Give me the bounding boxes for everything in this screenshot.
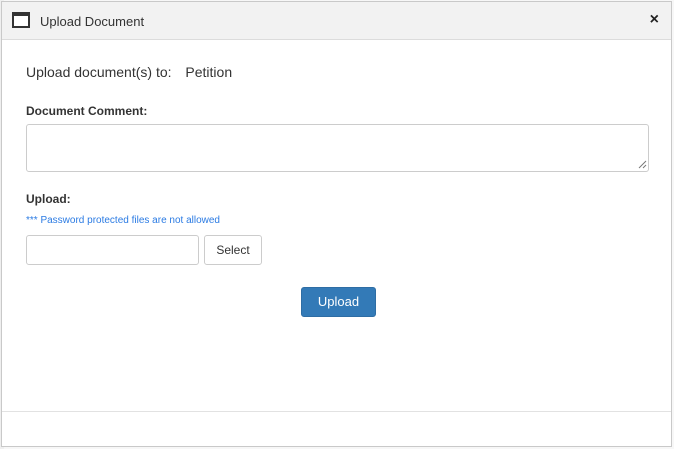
upload-document-dialog: Upload Document × Upload document(s) to:… bbox=[1, 1, 672, 447]
file-name-field[interactable] bbox=[26, 235, 199, 265]
window-icon bbox=[12, 12, 30, 28]
destination-row: Upload document(s) to: Petition bbox=[26, 64, 232, 80]
footer-divider bbox=[2, 411, 671, 412]
dialog-titlebar: Upload Document × bbox=[2, 2, 671, 40]
select-file-button[interactable]: Select bbox=[204, 235, 262, 265]
destination-value: Petition bbox=[185, 64, 233, 80]
resize-grip-icon[interactable] bbox=[638, 160, 647, 169]
dialog-title: Upload Document bbox=[40, 14, 145, 29]
upload-button[interactable]: Upload bbox=[301, 287, 376, 317]
password-notice: *** Password protected files are not all… bbox=[26, 215, 220, 226]
close-button[interactable]: × bbox=[650, 11, 659, 29]
comment-label: Document Comment: bbox=[26, 104, 148, 118]
destination-label: Upload document(s) to: bbox=[26, 64, 172, 80]
document-comment-field[interactable] bbox=[26, 124, 649, 172]
upload-label: Upload: bbox=[26, 192, 71, 206]
